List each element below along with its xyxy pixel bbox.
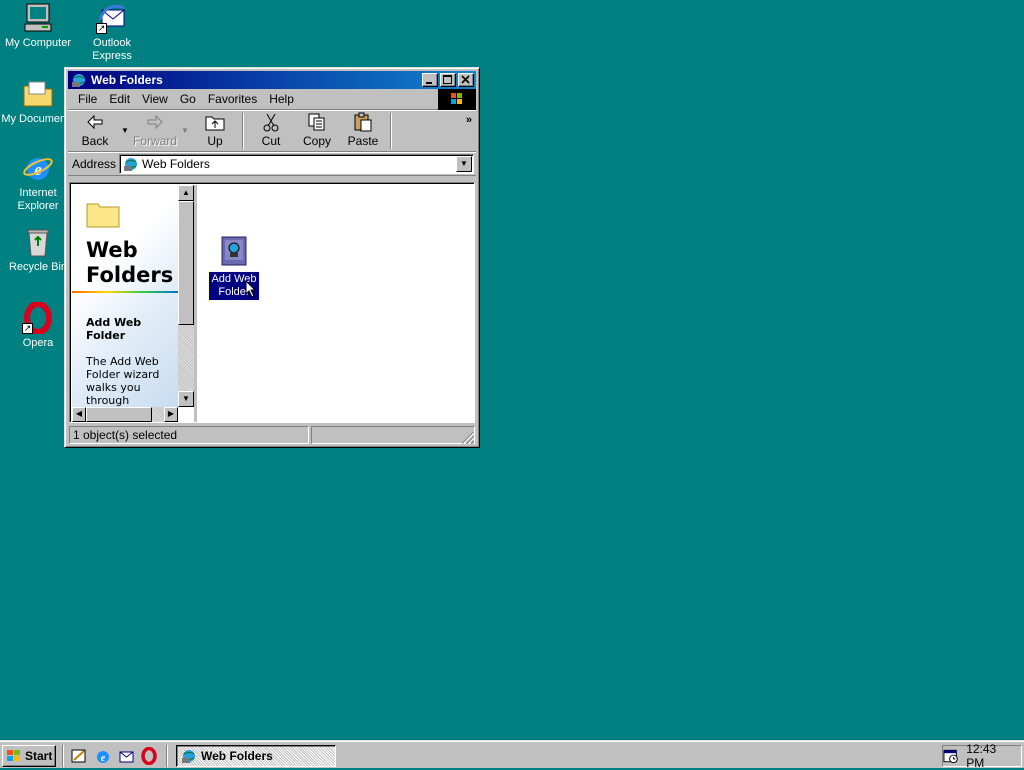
internet-explorer-icon[interactable]: e <box>94 747 112 765</box>
cut-label: Cut <box>261 133 281 148</box>
maximize-icon <box>443 75 452 84</box>
quick-launch-separator <box>166 745 168 767</box>
paste-label: Paste <box>347 133 379 148</box>
web-folders-icon <box>72 74 85 87</box>
scroll-right-button[interactable]: ▶ <box>164 407 178 422</box>
start-label: Start <box>25 749 53 763</box>
menu-edit[interactable]: Edit <box>103 92 136 106</box>
address-bar: Address Web Folders ▼ <box>68 152 476 176</box>
folder-icon <box>86 203 120 228</box>
forward-dropdown-button[interactable]: ▼ <box>178 126 192 135</box>
svg-text:e: e <box>101 753 106 764</box>
forward-button[interactable]: Forward <box>132 112 178 150</box>
scroll-up-button[interactable]: ▲ <box>178 185 194 201</box>
scroll-left-button[interactable]: ◀ <box>72 407 86 422</box>
desktop-icon-my-computer[interactable]: My Computer <box>0 2 76 50</box>
info-pane-vertical-scrollbar[interactable]: ▲ ▼ <box>178 185 194 407</box>
status-panel-empty <box>311 426 475 444</box>
minimize-button[interactable] <box>422 73 438 87</box>
clock[interactable]: 12:43 PM <box>966 742 1015 770</box>
back-button[interactable]: Back <box>72 112 118 150</box>
scissors-icon <box>263 113 279 131</box>
my-documents-icon <box>22 78 54 110</box>
desktop-icon-outlook-express[interactable]: ↗ Outlook Express <box>74 2 150 63</box>
menu-bar: File Edit View Go Favorites Help <box>68 89 476 110</box>
address-dropdown-button[interactable]: ▼ <box>456 155 472 172</box>
outlook-express-icon[interactable] <box>117 747 135 765</box>
up-folder-icon <box>205 116 225 130</box>
standard-toolbar: Back ▼ Forward ▼ Up Cut Copy Paste » <box>68 110 476 152</box>
info-pane-title: Web Folders <box>86 238 174 287</box>
info-pane: Web Folders Add Web Folder The Add Web F… <box>72 185 178 407</box>
taskbar-button-web-folders[interactable]: Web Folders <box>176 745 336 767</box>
web-folders-icon <box>124 157 138 171</box>
taskbar: Start e Web Folders 12:43 PM <box>0 740 1024 770</box>
scheduler-icon[interactable] <box>943 748 958 764</box>
resize-grip-icon[interactable] <box>462 432 474 444</box>
paste-button[interactable]: Paste <box>340 112 386 150</box>
shortcut-arrow-icon: ↗ <box>96 23 107 34</box>
back-label: Back <box>81 133 109 148</box>
status-text: 1 object(s) selected <box>69 426 309 444</box>
system-tray: 12:43 PM <box>942 742 1022 770</box>
internet-explorer-icon: e <box>22 152 54 184</box>
windows-logo-icon <box>7 750 20 761</box>
forward-label: Forward <box>132 133 177 148</box>
info-pane-divider <box>72 291 178 293</box>
up-button[interactable]: Up <box>192 112 238 150</box>
menu-favorites[interactable]: Favorites <box>202 92 263 106</box>
address-label: Address <box>72 156 117 171</box>
up-label: Up <box>207 133 223 148</box>
copy-icon <box>308 113 325 130</box>
copy-label: Copy <box>302 133 331 148</box>
menu-go[interactable]: Go <box>174 92 202 106</box>
desktop-icon-label: My Computer <box>4 37 72 49</box>
minimize-icon <box>426 82 432 84</box>
status-bar: 1 object(s) selected <box>69 425 475 445</box>
opera-icon: ↗ <box>22 301 54 335</box>
show-desktop-icon[interactable] <box>70 747 88 765</box>
address-field[interactable]: Web Folders ▼ <box>119 153 474 174</box>
toolbar-separator <box>390 112 392 149</box>
folder-content: Web Folders Add Web Folder The Add Web F… <box>69 182 475 423</box>
pane-splitter[interactable] <box>194 185 197 422</box>
menu-view[interactable]: View <box>136 92 174 106</box>
close-icon <box>461 75 470 84</box>
my-computer-icon <box>22 2 54 34</box>
add-web-folder-icon <box>221 236 247 266</box>
desktop-icon-label: Outlook Express <box>92 37 132 62</box>
scroll-down-button[interactable]: ▼ <box>178 391 194 407</box>
opera-icon[interactable] <box>140 746 158 766</box>
copy-button[interactable]: Copy <box>294 112 340 150</box>
info-pane-subtitle: Add Web Folder <box>86 316 142 342</box>
paste-icon <box>354 112 372 131</box>
web-folders-window[interactable]: Web Folders File Edit View Go Favorites … <box>64 67 480 448</box>
title-bar[interactable]: Web Folders <box>68 71 476 89</box>
back-arrow-icon <box>87 114 103 129</box>
taskbar-button-label: Web Folders <box>201 749 273 763</box>
info-pane-horizontal-scrollbar[interactable]: ◀ ▶ <box>72 407 178 422</box>
menu-help[interactable]: Help <box>263 92 300 106</box>
toolbar-separator <box>242 112 244 149</box>
menu-file[interactable]: File <box>72 92 103 106</box>
shortcut-arrow-icon: ↗ <box>22 323 33 334</box>
cut-button[interactable]: Cut <box>248 112 294 150</box>
forward-arrow-icon <box>147 114 163 129</box>
outlook-express-icon: ↗ <box>96 2 128 34</box>
back-dropdown-button[interactable]: ▼ <box>118 126 132 135</box>
start-button[interactable]: Start <box>2 745 56 767</box>
maximize-button[interactable] <box>440 73 456 87</box>
quick-launch-separator <box>62 745 64 767</box>
web-folders-icon <box>182 750 195 763</box>
mouse-pointer-icon <box>245 280 257 298</box>
scroll-thumb[interactable] <box>86 407 152 422</box>
recycle-bin-icon <box>22 226 54 258</box>
info-pane-description: The Add Web Folder wizard walks you thro… <box>86 355 160 407</box>
window-title: Web Folders <box>91 73 163 87</box>
toolbar-chevron-icon[interactable]: » <box>466 114 472 126</box>
scroll-thumb[interactable] <box>178 201 194 325</box>
close-button[interactable] <box>458 73 474 87</box>
windows-logo-icon <box>438 89 476 110</box>
address-value: Web Folders <box>142 156 210 171</box>
